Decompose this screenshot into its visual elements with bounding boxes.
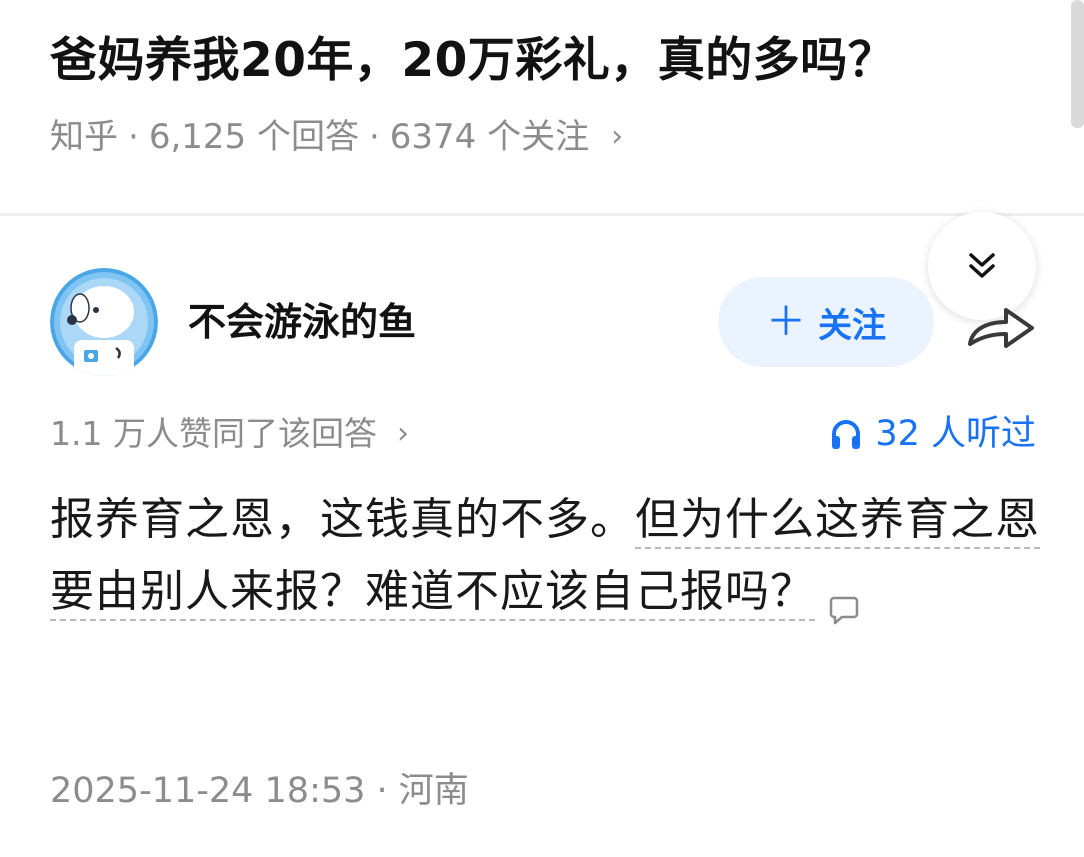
- scrollbar-thumb[interactable]: [1071, 0, 1084, 128]
- share-arrow-icon: [968, 308, 1034, 348]
- upvote-summary[interactable]: 1.1 万人赞同了该回答 ›: [50, 410, 409, 458]
- question-meta[interactable]: 知乎 · 6,125 个回答 · 6374 个关注 ›: [50, 113, 623, 161]
- chevron-right-icon: ›: [611, 119, 624, 154]
- source-label: 知乎: [50, 117, 118, 157]
- divider: [0, 213, 1084, 216]
- question-title[interactable]: 爸妈养我20年，20万彩礼，真的多吗？: [50, 26, 895, 96]
- meta-separator: ·: [128, 117, 139, 157]
- answer-text-plain: 报养育之恩，这钱真的不多。: [50, 494, 635, 545]
- headphones-icon: [832, 420, 861, 449]
- astronaut-dog-avatar-icon: [50, 268, 158, 376]
- followers-count: 6374 个关注: [389, 117, 590, 157]
- chevron-right-icon: ›: [396, 416, 409, 451]
- upvote-summary-text: 1.1 万人赞同了该回答: [50, 414, 377, 453]
- comment-bubble-icon[interactable]: [829, 575, 859, 625]
- author-name[interactable]: 不会游泳的鱼: [188, 296, 416, 348]
- answer-body[interactable]: 报养育之恩，这钱真的不多。但为什么这养育之恩要由别人来报？难道不应该自己报吗？: [50, 484, 1040, 628]
- answer-page: 爸妈养我20年，20万彩礼，真的多吗？ 知乎 · 6,125 个回答 · 637…: [0, 0, 1084, 857]
- meta-separator: ·: [368, 117, 380, 157]
- avatar[interactable]: [50, 268, 158, 376]
- follow-label: 关注: [818, 305, 886, 346]
- plus-icon: ＋: [766, 299, 806, 345]
- double-chevron-down-icon: [969, 253, 995, 278]
- answers-count: 6,125 个回答: [148, 117, 359, 157]
- follow-button[interactable]: ＋ 关注: [718, 277, 934, 367]
- share-button[interactable]: [966, 300, 1036, 350]
- listen-count-text: 32 人听过: [875, 414, 1036, 454]
- listen-count[interactable]: 32 人听过: [829, 410, 1036, 458]
- answer-time-location: 2025-11-24 18:53 · 河南: [50, 771, 469, 811]
